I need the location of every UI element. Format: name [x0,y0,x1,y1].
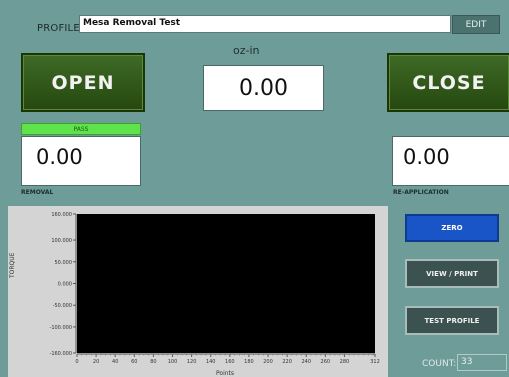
count-label: COUNT: [422,359,457,369]
chart-x-axis-title: Points [216,370,235,377]
reapplication-caption: RE-APPLICATION [393,189,449,196]
close-button[interactable]: CLOSE [387,53,509,112]
edit-button[interactable]: EDIT [452,15,500,34]
removal-caption: REMOVAL [21,189,54,196]
open-button[interactable]: OPEN [21,53,145,112]
torque-readout: 0.00 [203,65,324,111]
test-profile-button[interactable]: TEST PROFILE [405,306,499,335]
torque-chart-plot-area [77,214,375,353]
zero-button[interactable]: ZERO [405,214,499,242]
profile-label: PROFILE: [37,23,84,34]
profile-name-field[interactable]: Mesa Removal Test [79,15,451,33]
torque-unit-label: oz-in [233,44,260,57]
pass-indicator: PASS [21,123,141,135]
view-print-button[interactable]: VIEW / PRINT [405,259,499,288]
removal-value: 0.00 [21,136,141,186]
count-value: 33 [457,354,507,371]
chart-y-axis-title: TORQUE [9,252,16,278]
reapplication-value: 0.00 [392,136,509,186]
